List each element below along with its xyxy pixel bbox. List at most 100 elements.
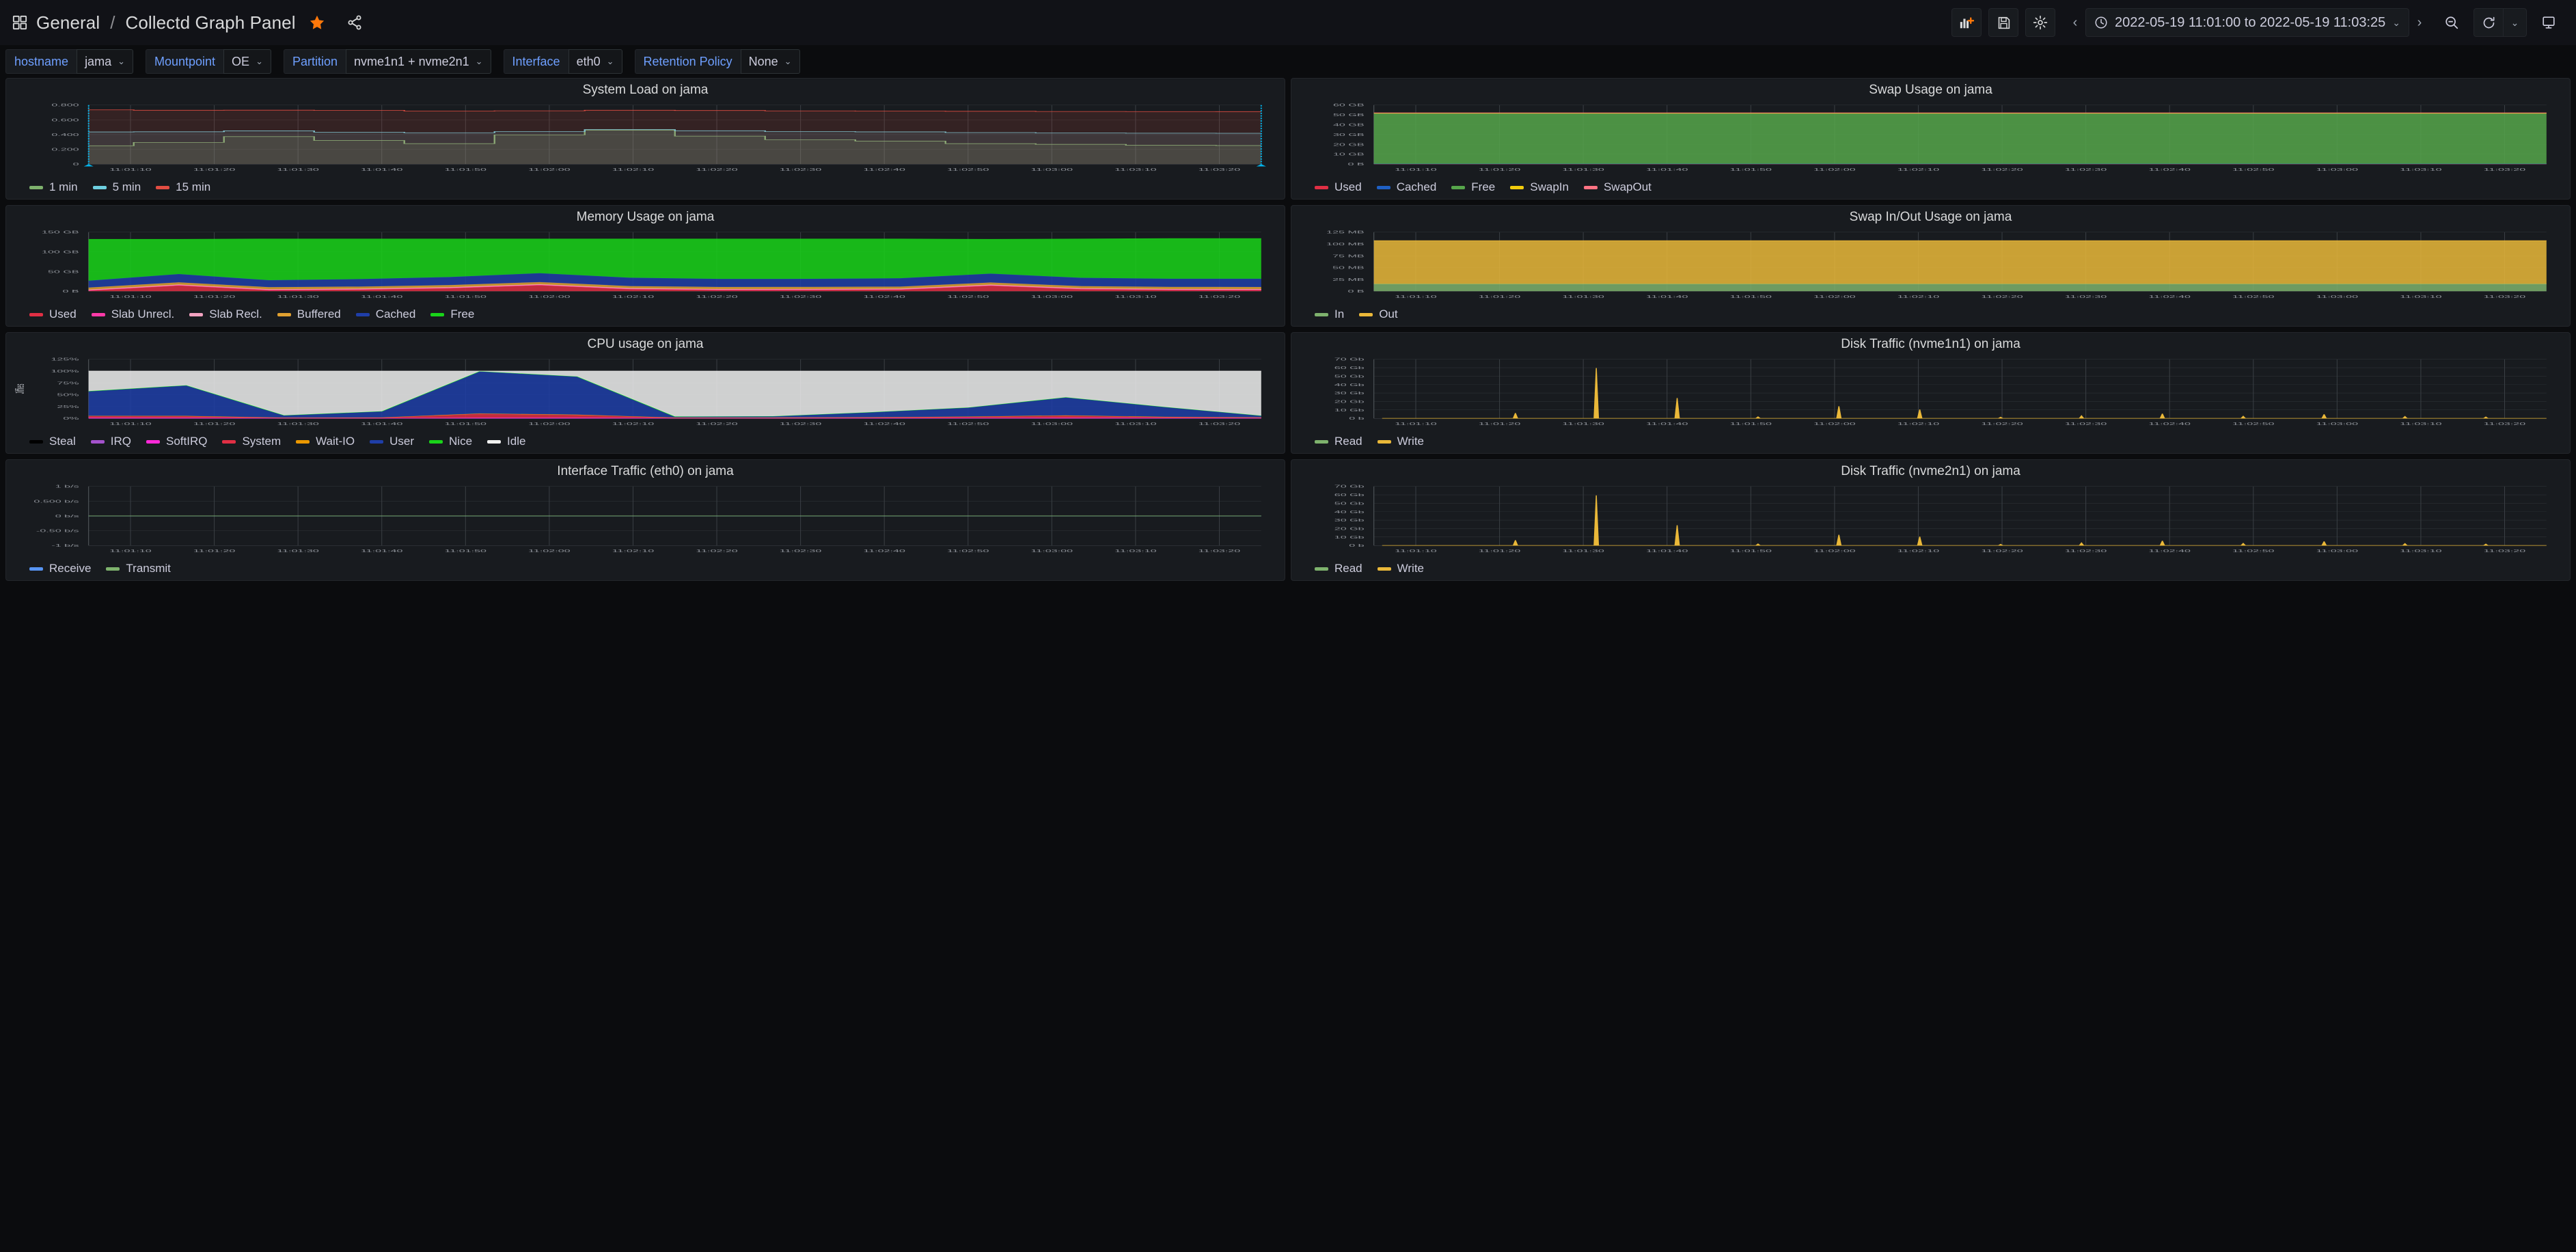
chart-interface-traffic[interactable]: -1 b/s -0.50 b/s 0 b/s 0.500 b/s 1 b/s 11:01:…: [6, 483, 1285, 557]
variable-interface-dropdown[interactable]: eth0 ⌄: [568, 49, 622, 74]
save-dashboard-button[interactable]: [1988, 8, 2019, 37]
view-mode-button[interactable]: [2534, 8, 2564, 37]
legend-item[interactable]: Read: [1315, 435, 1362, 448]
panel-swap-in-out[interactable]: Swap In/Out Usage on jama 0 B 25 MB 50 MB 75…: [1291, 205, 2571, 327]
panel-title[interactable]: CPU usage on jama: [587, 337, 703, 352]
panel-disk-traffic-nvme1n1[interactable]: Disk Traffic (nvme1n1) on jama 0 b 10 Gb 20…: [1291, 332, 2571, 454]
legend-item[interactable]: Slab Unrecl.: [91, 308, 174, 321]
legend-item[interactable]: Receive: [29, 562, 91, 575]
panel-plot-area[interactable]: 0 b 10 Gb 20 Gb 30 Gb 40 Gb 50 Gb 60 Gb 70 Gb 11…: [1291, 483, 2570, 557]
panel-title[interactable]: Disk Traffic (nvme2n1) on jama: [1841, 464, 2020, 479]
panel-plot-area[interactable]: 0 b 10 Gb 20 Gb 30 Gb 40 Gb 50 Gb 60 Gb 70 Gb 11…: [1291, 356, 2570, 430]
legend-item[interactable]: Write: [1377, 562, 1424, 575]
share-icon[interactable]: [346, 14, 363, 31]
legend-item[interactable]: System: [222, 435, 281, 448]
legend-item[interactable]: Steal: [29, 435, 76, 448]
panel-plot-area[interactable]: -1 b/s -0.50 b/s 0 b/s 0.500 b/s 1 b/s 11:01:…: [6, 483, 1285, 557]
legend-color-swatch: [296, 439, 310, 444]
panel-title[interactable]: System Load on jama: [583, 83, 709, 98]
legend-item[interactable]: Used: [1315, 180, 1362, 194]
legend-item[interactable]: SwapIn: [1510, 180, 1569, 194]
chart-disk-traffic-nvme1n1[interactable]: 0 b 10 Gb 20 Gb 30 Gb 40 Gb 50 Gb 60 Gb 70 Gb 11…: [1291, 356, 2570, 430]
legend-item[interactable]: Idle: [487, 435, 525, 448]
svg-text:25 MB: 25 MB: [1332, 277, 1365, 282]
panel-system-load[interactable]: System Load on jama 0 0.200 0.400 0.600 0.800…: [5, 78, 1285, 200]
panel-memory-usage[interactable]: Memory Usage on jama 0 B 50 GB 100 GB 150 GB…: [5, 205, 1285, 327]
refresh-dashboard-button[interactable]: [2474, 8, 2504, 37]
refresh-interval-dropdown[interactable]: ⌄: [2504, 8, 2527, 37]
time-range-next-button[interactable]: ›: [2409, 8, 2430, 37]
page-title[interactable]: Collectd Graph Panel: [125, 12, 295, 33]
legend-item[interactable]: 15 min: [156, 180, 210, 194]
legend-item[interactable]: Used: [29, 308, 77, 321]
variable-partition-dropdown[interactable]: nvme1n1 + nvme2n1 ⌄: [346, 49, 491, 74]
panel-plot-area[interactable]: 0 B 25 MB 50 MB 75 MB 100 MB 125 MB 11:01:10 11…: [1291, 229, 2570, 303]
legend-item[interactable]: Cached: [1376, 180, 1436, 194]
time-range-picker[interactable]: 2022-05-19 11:01:00 to 2022-05-19 11:03:…: [2085, 8, 2409, 37]
add-panel-button[interactable]: [1951, 8, 1982, 37]
legend-item[interactable]: 1 min: [29, 180, 78, 194]
svg-text:11:01:40: 11:01:40: [1646, 167, 1688, 172]
svg-text:11:01:40: 11:01:40: [361, 549, 403, 553]
time-range-prev-button[interactable]: ‹: [2065, 8, 2085, 37]
svg-text:11:03:20: 11:03:20: [2484, 167, 2526, 172]
variable-retention-policy-dropdown[interactable]: None ⌄: [740, 49, 800, 74]
svg-text:0.500 b/s: 0.500 b/s: [33, 499, 79, 503]
legend-item[interactable]: Slab Recl.: [189, 308, 262, 321]
legend-item[interactable]: SoftIRQ: [146, 435, 207, 448]
panel-title[interactable]: Memory Usage on jama: [577, 210, 715, 225]
svg-text:11:03:20: 11:03:20: [2484, 549, 2526, 553]
panel-title[interactable]: Swap In/Out Usage on jama: [1850, 210, 2012, 225]
variable-hostname-dropdown[interactable]: jama ⌄: [77, 49, 133, 74]
panel-disk-traffic-nvme2n1[interactable]: Disk Traffic (nvme2n1) on jama 0 b 10 Gb 20…: [1291, 459, 2571, 581]
legend-item[interactable]: 5 min: [92, 180, 141, 194]
svg-text:11:03:20: 11:03:20: [2484, 422, 2526, 426]
chart-system-load[interactable]: 0 0.200 0.400 0.600 0.800 11:01:10 11:01:20 11:…: [6, 102, 1285, 176]
chart-swap-in-out[interactable]: 0 B 25 MB 50 MB 75 MB 100 MB 125 MB 11:01:10 11…: [1291, 229, 2570, 303]
legend-item[interactable]: Cached: [355, 308, 415, 321]
legend-item[interactable]: Buffered: [277, 308, 341, 321]
panel-cpu-usage[interactable]: CPU usage on jama 0% 25% 50% 75% 100% 125% 11:0…: [5, 332, 1285, 454]
legend-item[interactable]: SwapOut: [1583, 180, 1652, 194]
svg-text:11:02:40: 11:02:40: [2148, 295, 2191, 299]
legend-item[interactable]: Read: [1315, 562, 1362, 575]
panel-plot-area[interactable]: 0 B 10 GB 20 GB 30 GB 40 GB 50 GB 60 GB 11:01:1…: [1291, 102, 2570, 176]
dashboard-settings-button[interactable]: [2025, 8, 2056, 37]
chart-memory-usage[interactable]: 0 B 50 GB 100 GB 150 GB 11:01:10 11:01:20 11:0…: [6, 229, 1285, 303]
svg-text:11:02:00: 11:02:00: [528, 295, 571, 299]
legend-item[interactable]: Free: [430, 308, 474, 321]
chart-cpu-usage[interactable]: 0% 25% 50% 75% 100% 125% 11:01:10 11:01:20 11:01…: [6, 356, 1285, 430]
legend-item[interactable]: User: [370, 435, 414, 448]
variable-interface-value: eth0: [576, 54, 601, 68]
chart-disk-traffic-nvme2n1[interactable]: 0 b 10 Gb 20 Gb 30 Gb 40 Gb 50 Gb 60 Gb 70 Gb 11…: [1291, 483, 2570, 557]
panel-title[interactable]: Disk Traffic (nvme1n1) on jama: [1841, 337, 2020, 352]
svg-text:0 b: 0 b: [1349, 416, 1365, 420]
breadcrumb-folder[interactable]: General: [36, 12, 100, 33]
legend-item[interactable]: Wait-IO: [296, 435, 355, 448]
panel-header: Swap In/Out Usage on jama: [1291, 206, 2570, 229]
svg-text:11:01:20: 11:01:20: [193, 422, 236, 426]
dashboard-grid-icon[interactable]: [12, 15, 27, 30]
panel-interface-traffic[interactable]: Interface Traffic (eth0) on jama -1 b/s -0…: [5, 459, 1285, 581]
chart-swap-usage[interactable]: 0 B 10 GB 20 GB 30 GB 40 GB 50 GB 60 GB 11:01:1…: [1291, 102, 2570, 176]
panel-title[interactable]: Swap Usage on jama: [1869, 83, 1992, 98]
zoom-out-button[interactable]: [2437, 8, 2467, 37]
svg-text:11:03:20: 11:03:20: [1198, 422, 1241, 426]
legend-label: Steal: [49, 435, 76, 448]
panel-swap-usage[interactable]: Swap Usage on jama 0 B 10 GB 20 GB 30 GB 40 G…: [1291, 78, 2571, 200]
legend-item[interactable]: Transmit: [106, 562, 171, 575]
legend-item[interactable]: Nice: [429, 435, 472, 448]
legend-item[interactable]: IRQ: [90, 435, 131, 448]
legend-item[interactable]: In: [1315, 308, 1344, 321]
panel-header: Disk Traffic (nvme1n1) on jama: [1291, 333, 2570, 356]
panel-title[interactable]: Interface Traffic (eth0) on jama: [557, 464, 733, 479]
panel-plot-area[interactable]: 0 B 50 GB 100 GB 150 GB 11:01:10 11:01:20 11:0…: [6, 229, 1285, 303]
legend-item[interactable]: Free: [1451, 180, 1495, 194]
star-icon[interactable]: [309, 14, 325, 31]
legend-item[interactable]: Write: [1377, 435, 1424, 448]
panel-plot-area[interactable]: 0% 25% 50% 75% 100% 125% 11:01:10 11:01:20 11:01…: [6, 356, 1285, 430]
panel-plot-area[interactable]: 0 0.200 0.400 0.600 0.800 11:01:10 11:01:20 11:…: [6, 102, 1285, 176]
variable-mountpoint-dropdown[interactable]: OE ⌄: [223, 49, 271, 74]
legend-item[interactable]: Out: [1359, 308, 1398, 321]
svg-text:11:02:10: 11:02:10: [612, 549, 655, 553]
